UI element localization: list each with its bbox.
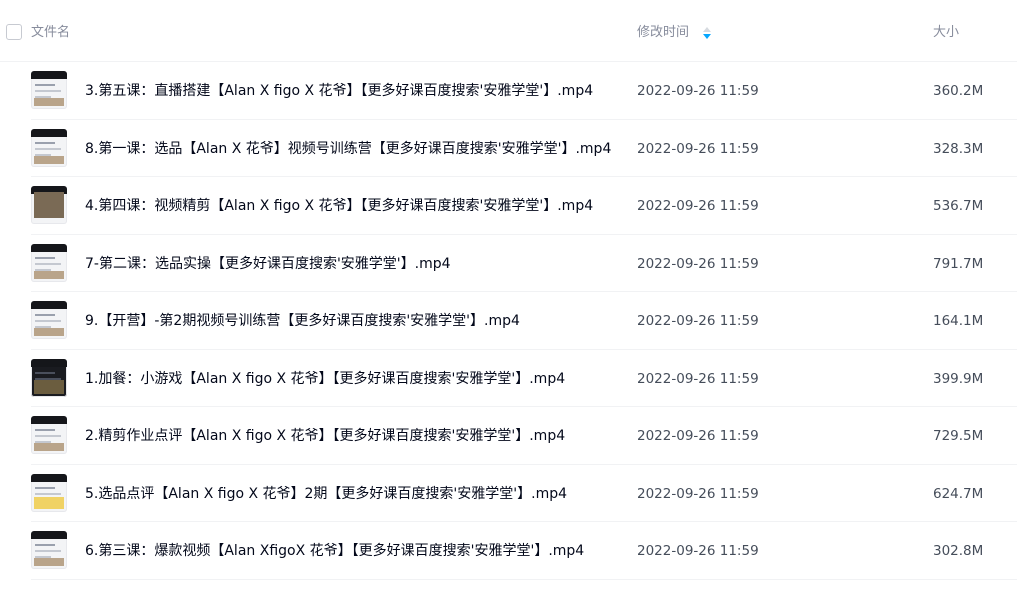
- file-size: 624.7M: [933, 485, 984, 502]
- file-list-header: 文件名 修改时间 大小: [0, 0, 1017, 62]
- row-divider: [31, 578, 1017, 580]
- file-modified-time: 2022-09-26 11:59: [637, 485, 759, 502]
- file-name[interactable]: 5.选品点评【Alan X figo X 花爷】2期【更多好课百度搜索'安雅学堂…: [85, 485, 567, 503]
- file-modified-time: 2022-09-26 11:59: [637, 370, 759, 387]
- video-thumbnail-icon: [31, 301, 67, 339]
- file-size: 399.9M: [933, 370, 984, 387]
- file-row[interactable]: 7-第二课：选品实操【更多好课百度搜索'安雅学堂'】.mp4 2022-09-26…: [0, 235, 1017, 292]
- file-size: 164.1M: [933, 313, 984, 329]
- file-row[interactable]: 4.第四课：视频精剪【Alan X figo X 花爷】【更多好课百度搜索'安雅…: [0, 177, 1017, 235]
- file-modified-time: 2022-09-26 11:59: [637, 198, 759, 214]
- file-name[interactable]: 1.加餐：小游戏【Alan X figo X 花爷】【更多好课百度搜索'安雅学堂…: [85, 370, 565, 388]
- file-size: 302.8M: [933, 543, 984, 559]
- file-size: 791.7M: [933, 255, 984, 272]
- file-modified-time: 2022-09-26 11:59: [637, 428, 759, 444]
- file-row[interactable]: 8.第一课：选品【Alan X 花爷】视频号训练营【更多好课百度搜索'安雅学堂'…: [0, 120, 1017, 177]
- file-modified-time: 2022-09-26 11:59: [637, 255, 759, 272]
- file-row[interactable]: 9.【开营】-第2期视频号训练营【更多好课百度搜索'安雅学堂'】.mp4 2022…: [0, 292, 1017, 350]
- sort-arrows-icon[interactable]: [702, 26, 712, 40]
- file-modified-time: 2022-09-26 11:59: [637, 83, 759, 99]
- file-modified-time: 2022-09-26 11:59: [637, 313, 759, 329]
- file-size: 536.7M: [933, 198, 984, 214]
- file-row[interactable]: 6.第三课：爆款视频【Alan XfigoX 花爷】【更多好课百度搜索'安雅学堂…: [0, 522, 1017, 580]
- file-name[interactable]: 8.第一课：选品【Alan X 花爷】视频号训练营【更多好课百度搜索'安雅学堂'…: [85, 140, 611, 158]
- file-row[interactable]: 2.精剪作业点评【Alan X figo X 花爷】【更多好课百度搜索'安雅学堂…: [0, 407, 1017, 465]
- column-header-size[interactable]: 大小: [933, 24, 959, 42]
- file-row[interactable]: 3.第五课：直播搭建【Alan X figo X 花爷】【更多好课百度搜索'安雅…: [0, 62, 1017, 120]
- file-size: 729.5M: [933, 428, 984, 444]
- file-name[interactable]: 7-第二课：选品实操【更多好课百度搜索'安雅学堂'】.mp4: [85, 255, 451, 273]
- select-all-checkbox[interactable]: [6, 24, 22, 40]
- video-thumbnail-icon: [31, 186, 67, 224]
- video-thumbnail-icon: [31, 531, 67, 569]
- video-thumbnail-icon: [31, 416, 67, 454]
- column-header-name[interactable]: 文件名: [31, 24, 70, 42]
- file-name[interactable]: 2.精剪作业点评【Alan X figo X 花爷】【更多好课百度搜索'安雅学堂…: [85, 427, 565, 445]
- file-row[interactable]: 5.选品点评【Alan X figo X 花爷】2期【更多好课百度搜索'安雅学堂…: [0, 465, 1017, 522]
- video-thumbnail-icon: [31, 71, 67, 109]
- file-modified-time: 2022-09-26 11:59: [637, 140, 759, 157]
- file-name[interactable]: 4.第四课：视频精剪【Alan X figo X 花爷】【更多好课百度搜索'安雅…: [85, 197, 593, 215]
- file-row[interactable]: 1.加餐：小游戏【Alan X figo X 花爷】【更多好课百度搜索'安雅学堂…: [0, 350, 1017, 407]
- video-thumbnail-icon: [31, 243, 67, 282]
- file-size: 328.3M: [933, 140, 984, 157]
- file-name[interactable]: 6.第三课：爆款视频【Alan XfigoX 花爷】【更多好课百度搜索'安雅学堂…: [85, 542, 584, 560]
- file-name[interactable]: 3.第五课：直播搭建【Alan X figo X 花爷】【更多好课百度搜索'安雅…: [85, 82, 593, 100]
- video-thumbnail-icon: [31, 358, 67, 397]
- column-header-modified-time[interactable]: 修改时间: [637, 24, 689, 42]
- file-name[interactable]: 9.【开营】-第2期视频号训练营【更多好课百度搜索'安雅学堂'】.mp4: [85, 312, 520, 330]
- file-size: 360.2M: [933, 83, 984, 99]
- video-thumbnail-icon: [31, 128, 67, 167]
- video-thumbnail-icon: [31, 473, 67, 512]
- file-modified-time: 2022-09-26 11:59: [637, 543, 759, 559]
